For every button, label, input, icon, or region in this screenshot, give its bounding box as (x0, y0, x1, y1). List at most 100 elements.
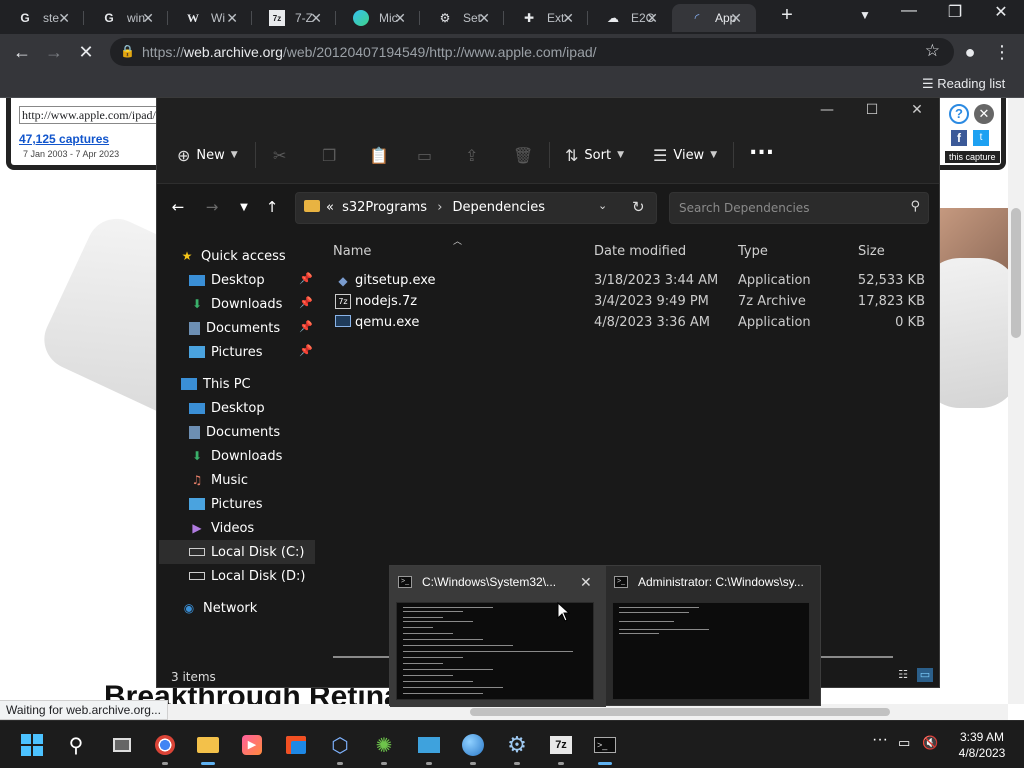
volume-muted-icon[interactable]: 🔇 (922, 735, 938, 751)
nav-item-downloads[interactable]: ⬇ Downloads 📌 (189, 292, 349, 316)
browser-tab[interactable]: ☁ E2C ✕ (588, 4, 672, 32)
new-tab-icon[interactable]: + (772, 4, 802, 27)
close-toolbar-icon[interactable]: ✕ (974, 104, 994, 124)
pin-icon[interactable]: 📌 (299, 296, 313, 309)
page-vertical-scrollbar[interactable] (1008, 98, 1024, 704)
close-tab-icon[interactable]: ✕ (310, 10, 322, 27)
details-view-icon[interactable]: ☷ (895, 668, 911, 682)
virtualbox-icon[interactable]: ⬡ (326, 731, 354, 765)
tiles-view-icon[interactable]: ▭ (917, 668, 933, 682)
store-icon[interactable] (282, 731, 310, 759)
browser-tab[interactable]: 7z 7-Z ✕ (252, 4, 336, 32)
close-tab-icon[interactable]: ✕ (730, 10, 742, 27)
file-row[interactable]: qemu.exe 4/8/2023 3:36 AM Application 0 … (333, 312, 933, 333)
column-header-date[interactable]: Date modified (594, 244, 686, 259)
globe-icon[interactable] (459, 731, 487, 765)
minimize-icon[interactable]: — (807, 102, 847, 118)
forward-icon[interactable]: → (201, 196, 223, 218)
forward-icon[interactable]: → (42, 40, 66, 64)
network-tool-icon[interactable]: ✺ (370, 731, 398, 765)
media-player-icon[interactable]: ▶ (238, 731, 266, 759)
maximize-icon[interactable]: ☐ (852, 102, 892, 118)
settings-gear-icon[interactable]: ⚙ (503, 731, 531, 765)
browser-tab[interactable]: G win ✕ (84, 4, 168, 32)
browser-tab[interactable]: G ste ✕ (0, 4, 84, 32)
browser-tab[interactable]: ⚙ Set ✕ (420, 4, 504, 32)
close-tab-icon[interactable]: ✕ (646, 10, 658, 27)
terminal-icon[interactable]: >_ (591, 731, 619, 765)
search-icon[interactable]: ⚲ (62, 731, 90, 759)
file-row[interactable]: 7z nodejs.7z 3/4/2023 9:49 PM 7z Archive… (333, 291, 933, 312)
scrollbar-thumb[interactable] (1011, 208, 1021, 338)
overflow-icon[interactable]: ··· (872, 731, 888, 749)
file-row[interactable]: ◆ gitsetup.exe 3/18/2023 3:44 AM Applica… (333, 270, 933, 291)
up-folder-icon[interactable]: ↑ (261, 196, 283, 218)
address-bar[interactable]: 🔒 https://web.archive.org/web/2012040719… (110, 38, 954, 66)
nav-network[interactable]: ◉ Network (181, 596, 341, 620)
breadcrumb-dependencies[interactable]: Dependencies (453, 200, 546, 215)
close-tab-icon[interactable]: ✕ (394, 10, 406, 27)
nav-quick-access[interactable]: ★ Quick access (179, 244, 339, 268)
facebook-icon[interactable]: f (951, 130, 967, 146)
close-tab-icon[interactable]: ✕ (142, 10, 154, 27)
browser-tab-active[interactable]: ◜ App ✕ (672, 4, 756, 32)
new-button[interactable]: ⊕ New ▼ (177, 144, 238, 166)
close-window-icon[interactable]: ✕ (986, 2, 1016, 22)
profile-icon[interactable]: ● (958, 40, 982, 64)
close-window-icon[interactable]: ✕ (897, 102, 937, 118)
reading-list-button[interactable]: ☰ Reading list (922, 76, 1005, 92)
scrollbar-thumb[interactable] (470, 708, 890, 716)
pin-icon[interactable]: 📌 (299, 344, 313, 357)
more-options-button[interactable]: ... (749, 135, 774, 160)
browser-tab[interactable]: Mic ✕ (336, 4, 420, 32)
copy-icon[interactable]: ❐ (322, 144, 336, 166)
recent-locations-icon[interactable]: ▼ (233, 196, 255, 218)
nav-item-local-disk-d[interactable]: Local Disk (D:) (189, 564, 349, 588)
pin-icon[interactable]: 📌 (299, 320, 313, 333)
thumbnail-admin-cmd-window[interactable]: >_ Administrator: C:\Windows\sy... (606, 566, 822, 707)
display-icon[interactable]: ▭ (898, 735, 910, 751)
column-header-size[interactable]: Size (858, 244, 885, 259)
thumbnail-cmd-window[interactable]: >_ C:\Windows\System32\... ✕ (390, 566, 606, 707)
breadcrumb-s32programs[interactable]: s32Programs (342, 200, 427, 215)
search-input[interactable]: Search Dependencies ⚲ (669, 192, 929, 224)
delete-icon[interactable]: 🗑 (513, 144, 533, 166)
url-text[interactable]: https://web.archive.org/web/201204071945… (142, 44, 597, 60)
nav-item-pictures[interactable]: Pictures (189, 492, 349, 516)
back-icon[interactable]: ← (167, 196, 189, 218)
chrome-icon[interactable] (151, 731, 179, 765)
close-tab-icon[interactable]: ✕ (478, 10, 490, 27)
7zip-icon[interactable]: 7z (547, 731, 575, 765)
chevron-down-icon[interactable]: ⌄ (598, 199, 607, 212)
nav-item-music[interactable]: ♫ Music (189, 468, 349, 492)
breadcrumb-overflow[interactable]: « (326, 200, 334, 215)
restore-icon[interactable]: ❐ (940, 2, 970, 22)
nav-item-videos[interactable]: ▶ Videos (189, 516, 349, 540)
folder-address-bar[interactable]: « s32Programs › Dependencies ⌄ ↻ (295, 192, 657, 224)
close-tab-icon[interactable]: ✕ (226, 10, 238, 27)
task-view-icon[interactable] (108, 731, 136, 759)
sort-button[interactable]: ⇅ Sort ▼ (565, 144, 624, 166)
minimize-icon[interactable]: — (894, 2, 924, 20)
close-tab-icon[interactable]: ✕ (58, 10, 70, 27)
stop-loading-icon[interactable]: ✕ (74, 40, 98, 64)
browser-tab[interactable]: ✚ Ext ✕ (504, 4, 588, 32)
close-tab-icon[interactable]: ✕ (562, 10, 574, 27)
nav-item-downloads[interactable]: ⬇ Downloads (189, 444, 349, 468)
help-icon[interactable]: ? (949, 104, 969, 124)
wayback-url-input[interactable]: http://www.apple.com/ipad/ (19, 106, 169, 124)
captures-link[interactable]: 47,125 captures (19, 132, 109, 146)
clock[interactable]: 3:39 AM 4/8/2023 (950, 729, 1014, 761)
view-button[interactable]: ☰ View ▼ (653, 144, 717, 166)
paste-icon[interactable]: 📋 (369, 144, 389, 166)
start-windows-icon[interactable] (18, 731, 46, 759)
pin-icon[interactable]: 📌 (299, 272, 313, 285)
back-icon[interactable]: ← (10, 40, 34, 64)
nav-item-desktop[interactable]: Desktop (189, 396, 349, 420)
nav-item-pictures[interactable]: Pictures 📌 (189, 340, 349, 364)
nav-item-local-disk-c[interactable]: Local Disk (C:) (159, 540, 315, 564)
close-icon[interactable]: ✕ (580, 574, 592, 591)
remote-desktop-icon[interactable] (415, 731, 443, 765)
bookmark-star-icon[interactable]: ☆ (925, 41, 940, 61)
tab-search-icon[interactable]: ▼ (850, 8, 880, 22)
